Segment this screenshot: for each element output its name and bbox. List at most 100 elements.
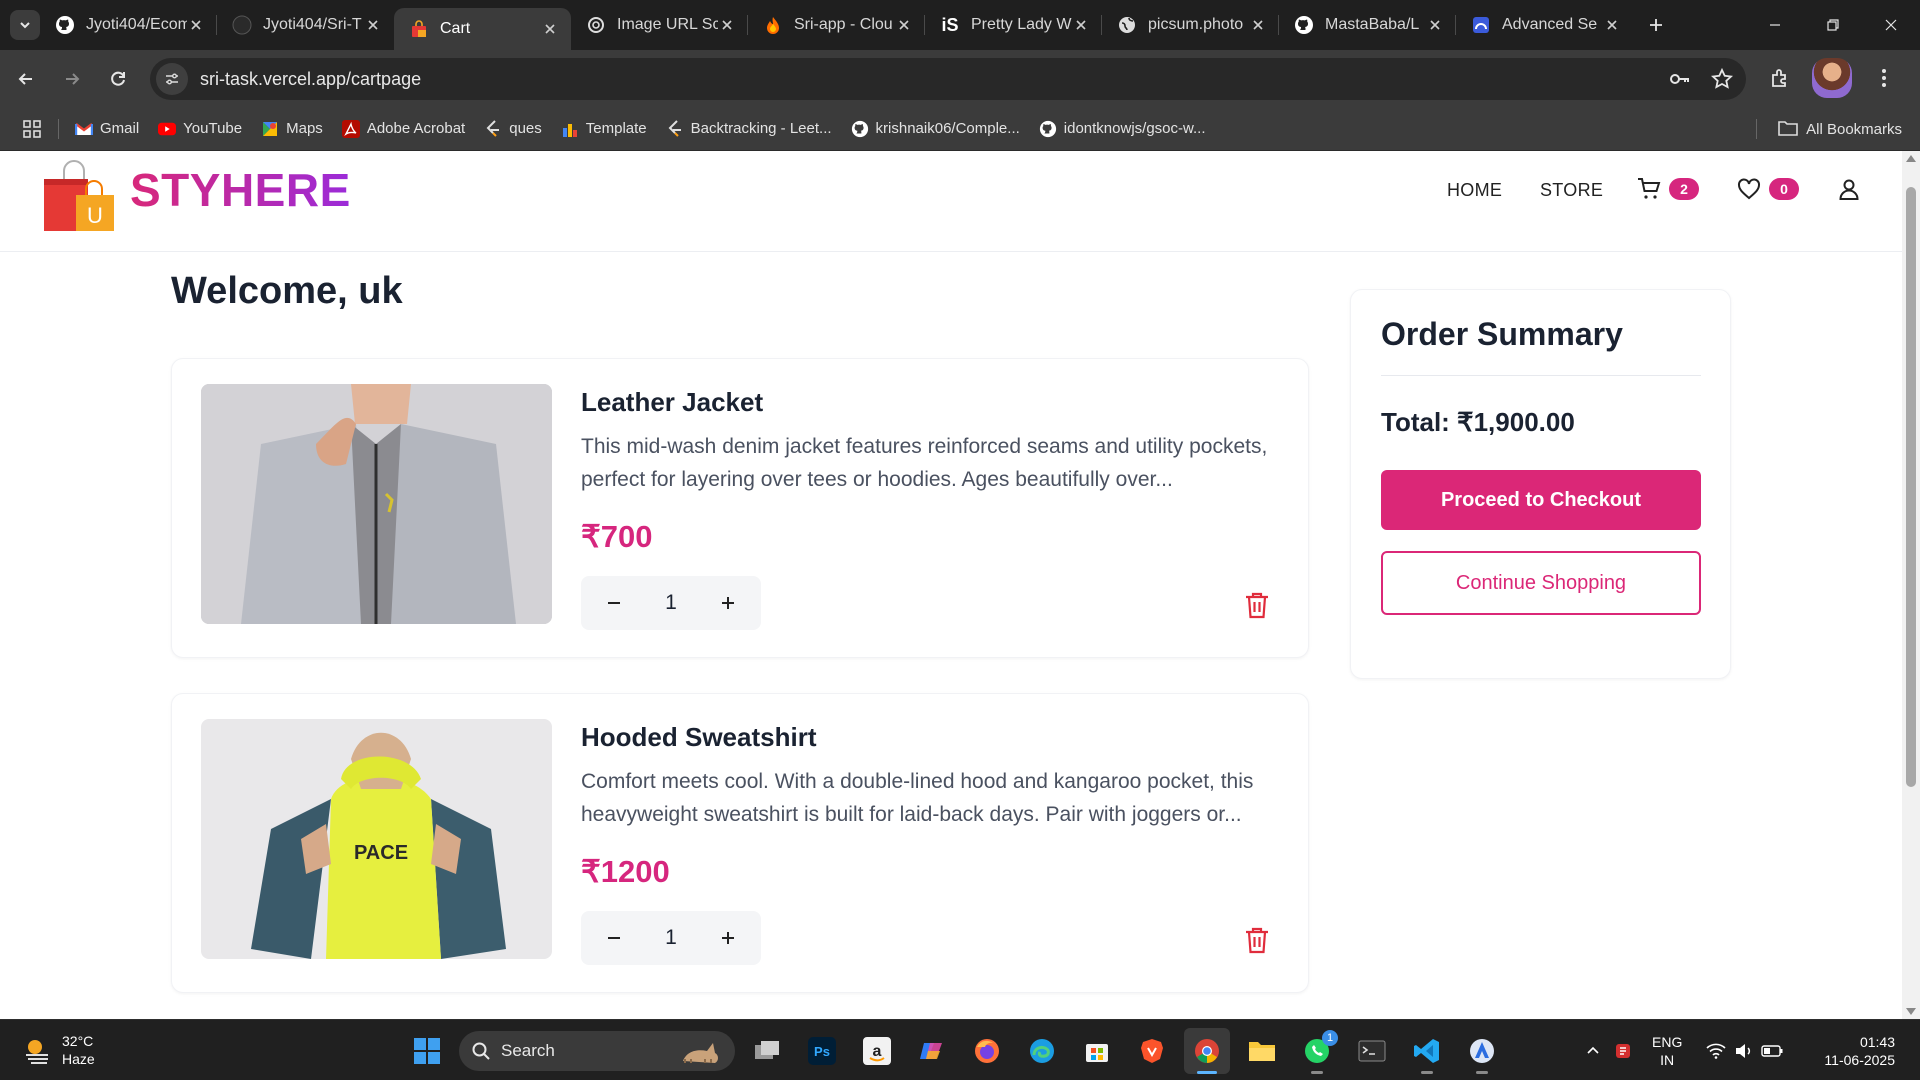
bookmark-idontknowjs[interactable]: idontknowjs/gsoc-w... <box>1039 120 1206 138</box>
all-bookmarks-button[interactable]: All Bookmarks <box>1778 107 1902 151</box>
browser-tab[interactable]: Jyoti404/Sri-T <box>217 0 394 50</box>
browser-tab[interactable]: Image URL Sc <box>571 0 748 50</box>
bookmark-ques[interactable]: ques <box>484 119 542 138</box>
increase-quantity-button[interactable] <box>713 588 743 618</box>
taskbar-vscode[interactable] <box>1404 1028 1450 1074</box>
nav-home-link[interactable]: HOME <box>1447 180 1502 201</box>
close-icon[interactable] <box>1603 16 1621 34</box>
close-icon[interactable] <box>1249 16 1267 34</box>
sun-haze-icon <box>26 1040 48 1064</box>
new-tab-button[interactable] <box>1639 8 1673 42</box>
taskbar-copilot[interactable] <box>909 1028 955 1074</box>
remove-item-button[interactable] <box>1244 591 1270 619</box>
password-key-icon[interactable] <box>1662 61 1698 97</box>
scroll-up-arrow[interactable] <box>1906 155 1916 162</box>
close-icon[interactable] <box>187 16 205 34</box>
taskbar-task-view[interactable] <box>744 1028 790 1074</box>
start-button[interactable] <box>404 1028 450 1074</box>
taskbar-app[interactable] <box>1459 1028 1505 1074</box>
continue-shopping-button[interactable]: Continue Shopping <box>1381 551 1701 615</box>
back-button[interactable] <box>6 59 46 99</box>
product-name[interactable]: Leather Jacket <box>581 387 763 418</box>
bookmark-maps[interactable]: Maps <box>261 120 323 138</box>
browser-tab[interactable]: iS Pretty Lady W <box>925 0 1102 50</box>
wishlist-count-badge: 0 <box>1769 178 1799 200</box>
nav-cart-button[interactable]: 2 <box>1637 177 1699 201</box>
brand-logo-text[interactable]: STYHERE <box>130 163 351 217</box>
bookmark-krishnaik[interactable]: krishnaik06/Comple... <box>851 120 1020 138</box>
volume-icon[interactable] <box>1730 1043 1758 1059</box>
browser-tab[interactable]: Advanced Se <box>1456 0 1633 50</box>
site-info-icon[interactable] <box>156 63 188 95</box>
close-icon[interactable] <box>895 16 913 34</box>
taskbar-amazon[interactable]: a <box>854 1028 900 1074</box>
increase-quantity-button[interactable] <box>713 923 743 953</box>
remove-item-button[interactable] <box>1244 926 1270 954</box>
nav-store-link[interactable]: STORE <box>1540 180 1603 201</box>
nav-account-button[interactable] <box>1837 177 1861 201</box>
taskbar-chrome[interactable] <box>1184 1028 1230 1074</box>
bookmark-label: krishnaik06/Comple... <box>875 120 1020 137</box>
forward-button[interactable] <box>52 59 92 99</box>
language-indicator[interactable]: ENG IN <box>1652 1033 1682 1069</box>
profile-avatar[interactable] <box>1812 58 1852 98</box>
battery-icon[interactable] <box>1758 1045 1786 1057</box>
taskbar-store[interactable] <box>1074 1028 1120 1074</box>
nav-wishlist-button[interactable]: 0 <box>1737 177 1799 201</box>
apps-grid-icon[interactable] <box>22 119 42 139</box>
reload-button[interactable] <box>98 59 138 99</box>
browser-tab[interactable]: Sri-app - Clou <box>748 0 925 50</box>
system-clock[interactable]: 01:43 11-06-2025 <box>1824 1033 1895 1069</box>
product-image[interactable]: PACE <box>201 719 552 959</box>
product-image[interactable] <box>201 384 552 624</box>
browser-tab[interactable]: picsum.photo <box>1102 0 1279 50</box>
taskbar-photoshop[interactable]: Ps <box>799 1028 845 1074</box>
close-window-button[interactable] <box>1862 0 1920 50</box>
kebab-menu-icon[interactable] <box>1864 58 1904 98</box>
browser-tab[interactable]: MastaBaba/L <box>1279 0 1456 50</box>
decrease-quantity-button[interactable] <box>599 588 629 618</box>
arrow-right-icon <box>66 72 80 85</box>
chevron-up-icon[interactable] <box>1578 1044 1608 1058</box>
taskbar-brave[interactable] <box>1129 1028 1175 1074</box>
decrease-quantity-button[interactable] <box>599 923 629 953</box>
bookmark-acrobat[interactable]: Adobe Acrobat <box>341 119 466 138</box>
close-icon[interactable] <box>541 20 559 38</box>
address-bar[interactable]: sri-task.vercel.app/cartpage <box>150 58 1746 100</box>
taskbar-search[interactable]: Search <box>459 1031 735 1071</box>
wifi-icon[interactable] <box>1702 1043 1730 1059</box>
taskbar-edge[interactable] <box>1019 1028 1065 1074</box>
url-text[interactable]: sri-task.vercel.app/cartpage <box>200 69 1662 90</box>
restore-button[interactable] <box>1804 0 1862 50</box>
weather-widget[interactable]: 32°C Haze <box>22 1032 95 1068</box>
bookmark-label: idontknowjs/gsoc-w... <box>1063 120 1206 137</box>
taskbar-whatsapp[interactable]: 1 <box>1294 1028 1340 1074</box>
close-icon[interactable] <box>718 16 736 34</box>
extensions-icon[interactable] <box>1760 58 1800 98</box>
bookmark-backtracking[interactable]: Backtracking - Leet... <box>666 119 832 138</box>
tab-search-button[interactable] <box>10 10 40 40</box>
browser-tab[interactable]: Jyoti404/Ecom <box>40 0 217 50</box>
proceed-to-checkout-button[interactable]: Proceed to Checkout <box>1381 470 1701 530</box>
tray-app-icon[interactable] <box>1608 1042 1638 1060</box>
tab-title: Jyoti404/Ecom <box>86 16 187 33</box>
browser-tab-active[interactable]: Cart <box>394 8 571 50</box>
scrollbar-thumb[interactable] <box>1906 187 1916 787</box>
product-name[interactable]: Hooded Sweatshirt <box>581 722 816 753</box>
scroll-down-arrow[interactable] <box>1906 1008 1916 1015</box>
star-icon[interactable] <box>1704 61 1740 97</box>
bookmark-youtube[interactable]: YouTube <box>158 120 242 138</box>
cart-icon <box>1638 178 1661 199</box>
page-scrollbar[interactable] <box>1902 151 1920 1019</box>
close-icon[interactable] <box>1072 16 1090 34</box>
minimize-button[interactable] <box>1746 0 1804 50</box>
bookmark-template[interactable]: Template <box>561 120 647 138</box>
taskbar-firefox[interactable] <box>964 1028 1010 1074</box>
taskbar-file-explorer[interactable] <box>1239 1028 1285 1074</box>
close-icon[interactable] <box>1426 16 1444 34</box>
shopping-bag-logo-icon[interactable]: U <box>42 157 118 233</box>
bookmark-label: Adobe Acrobat <box>366 120 466 137</box>
close-icon[interactable] <box>364 16 382 34</box>
taskbar-terminal[interactable] <box>1349 1028 1395 1074</box>
bookmark-gmail[interactable]: Gmail <box>75 120 139 138</box>
